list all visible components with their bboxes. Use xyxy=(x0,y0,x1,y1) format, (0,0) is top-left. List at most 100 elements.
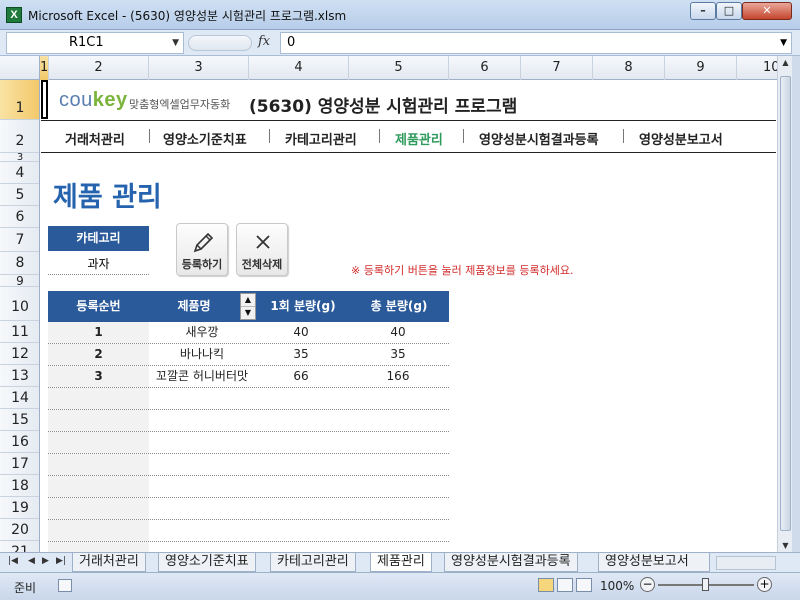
table-row-empty[interactable] xyxy=(48,388,449,410)
table-row-empty[interactable] xyxy=(48,454,449,476)
sort-spinner[interactable]: ▲ ▼ xyxy=(240,293,256,320)
nav-item-nutrient-standards[interactable]: 영양소기준치표 xyxy=(163,129,247,148)
column-header[interactable]: 4 xyxy=(249,56,349,80)
column-header[interactable]: 5 xyxy=(349,56,449,80)
row-header[interactable]: 2 xyxy=(0,120,39,153)
row-header[interactable]: 8 xyxy=(0,252,39,275)
prev-sheet-icon[interactable]: ◀ xyxy=(28,556,35,566)
cell-no-empty xyxy=(48,520,149,541)
row-header[interactable]: 15 xyxy=(0,409,39,431)
row-header[interactable]: 4 xyxy=(0,162,39,184)
vertical-scrollbar[interactable]: ▲ ▼ xyxy=(777,56,792,552)
close-button[interactable]: ✕ xyxy=(742,2,792,20)
table-row-empty[interactable] xyxy=(48,520,449,542)
row-header[interactable]: 7 xyxy=(0,228,39,252)
program-title: (5630) 영양성분 시험관리 프로그램 xyxy=(249,97,518,117)
page-layout-view-icon[interactable] xyxy=(557,578,573,592)
cell-name: 바나나킥 xyxy=(179,347,225,361)
column-headers: 1 2 3 4 5 6 7 8 9 10 xyxy=(0,56,780,80)
row-header[interactable]: 6 xyxy=(0,206,39,228)
sort-down-icon[interactable]: ▼ xyxy=(241,307,255,320)
sheet-tab[interactable]: 영양성분보고서 xyxy=(598,553,710,572)
name-box[interactable]: R1C1 ▼ xyxy=(6,32,184,54)
table-row-empty[interactable] xyxy=(48,476,449,498)
row-header[interactable]: 21 xyxy=(0,541,39,552)
table-row[interactable]: 2 바나나킥 35 35 xyxy=(48,344,449,366)
normal-view-icon[interactable] xyxy=(538,578,554,592)
formula-expander[interactable] xyxy=(188,35,252,51)
cell-no-empty xyxy=(48,432,149,453)
maximize-button[interactable]: □ xyxy=(716,2,742,20)
row-header[interactable]: 1 xyxy=(0,80,39,120)
column-header-no: 등록순번 xyxy=(76,299,121,313)
horizontal-scrollbar[interactable] xyxy=(716,556,776,570)
nav-item-partners[interactable]: 거래처관리 xyxy=(65,129,125,148)
sheet-tab-active[interactable]: 제품관리 xyxy=(370,553,432,572)
row-header[interactable]: 12 xyxy=(0,343,39,365)
row-header[interactable]: 9 xyxy=(0,275,39,287)
column-header[interactable]: 3 xyxy=(149,56,249,80)
zoom-out-icon[interactable]: − xyxy=(640,577,655,592)
row-headers: 1 2 3 4 5 6 7 8 9 10 11 12 13 14 15 16 1… xyxy=(0,80,40,552)
row-header[interactable]: 13 xyxy=(0,365,39,387)
cell-no-empty xyxy=(48,388,149,409)
column-header[interactable]: 6 xyxy=(449,56,521,80)
column-header[interactable]: 9 xyxy=(665,56,737,80)
first-sheet-icon[interactable]: |◀ xyxy=(8,556,18,566)
nav-item-categories[interactable]: 카테고리관리 xyxy=(285,129,357,148)
column-header[interactable]: 7 xyxy=(521,56,593,80)
nav-item-products[interactable]: 제품관리 xyxy=(395,129,443,148)
row-header[interactable]: 17 xyxy=(0,453,39,475)
next-sheet-icon[interactable]: ▶ xyxy=(42,556,49,566)
row-header[interactable]: 19 xyxy=(0,497,39,519)
scroll-up-icon[interactable]: ▲ xyxy=(780,58,791,67)
function-icon[interactable]: fx xyxy=(258,34,270,49)
delete-all-button[interactable]: 전체삭제 xyxy=(236,223,288,276)
sort-up-icon[interactable]: ▲ xyxy=(241,294,255,307)
column-header[interactable]: 2 xyxy=(49,56,149,80)
nav-item-report[interactable]: 영양성분보고서 xyxy=(639,129,723,148)
row-header[interactable]: 5 xyxy=(0,184,39,206)
row-header[interactable]: 3 xyxy=(0,153,39,163)
expand-formula-icon[interactable]: ▼ xyxy=(780,33,787,53)
cell-serving: 66 xyxy=(293,369,309,383)
row-header[interactable]: 14 xyxy=(0,387,39,409)
column-header[interactable]: 8 xyxy=(593,56,665,80)
table-row[interactable]: 1 새우깡 40 40 xyxy=(48,322,449,344)
sheet-tab[interactable]: 영양성분시험결과등록 xyxy=(444,553,578,572)
sheet-tab[interactable]: 카테고리관리 xyxy=(270,553,356,572)
table-row-empty[interactable] xyxy=(48,432,449,454)
macro-record-icon[interactable] xyxy=(58,579,72,592)
table-row-empty[interactable] xyxy=(48,410,449,432)
row-header[interactable]: 11 xyxy=(0,321,39,343)
table-row-empty[interactable] xyxy=(48,498,449,520)
column-header[interactable]: 10 xyxy=(737,56,780,80)
category-select[interactable]: 과자 xyxy=(48,253,149,275)
excel-app-icon[interactable]: X xyxy=(6,7,22,23)
minimize-button[interactable]: – xyxy=(690,2,716,20)
row-header[interactable]: 16 xyxy=(0,431,39,453)
row-header[interactable]: 18 xyxy=(0,475,39,497)
sheet-tab[interactable]: 거래처관리 xyxy=(72,553,146,572)
last-sheet-icon[interactable]: ▶| xyxy=(56,556,66,566)
row-header[interactable]: 20 xyxy=(0,519,39,541)
chevron-down-icon[interactable]: ▼ xyxy=(172,33,179,53)
formula-input[interactable]: 0 ▼ xyxy=(280,32,792,54)
register-button[interactable]: 등록하기 xyxy=(176,223,228,276)
zoom-slider-thumb[interactable] xyxy=(702,578,709,591)
page-break-view-icon[interactable] xyxy=(576,578,592,592)
table-row[interactable]: 3 꼬깔콘 허니버터맛 66 166 xyxy=(48,366,449,388)
nav-item-test-results[interactable]: 영양성분시험결과등록 xyxy=(479,129,599,148)
nav-separator xyxy=(269,129,270,143)
select-all-corner[interactable] xyxy=(0,56,40,80)
zoom-level[interactable]: 100% xyxy=(600,579,634,593)
row-header[interactable]: 10 xyxy=(0,287,39,321)
table-row-empty[interactable] xyxy=(48,542,449,552)
scroll-thumb[interactable] xyxy=(780,76,791,531)
scroll-down-icon[interactable]: ▼ xyxy=(780,541,791,550)
zoom-in-icon[interactable]: + xyxy=(757,577,772,592)
pencil-icon xyxy=(193,232,214,253)
column-header[interactable]: 1 xyxy=(40,56,49,80)
sheet-tab[interactable]: 영양소기준치표 xyxy=(158,553,256,572)
worksheet[interactable]: coukey 맞춤형엑셀업무자동화 (5630) 영양성분 시험관리 프로그램 … xyxy=(41,80,776,552)
